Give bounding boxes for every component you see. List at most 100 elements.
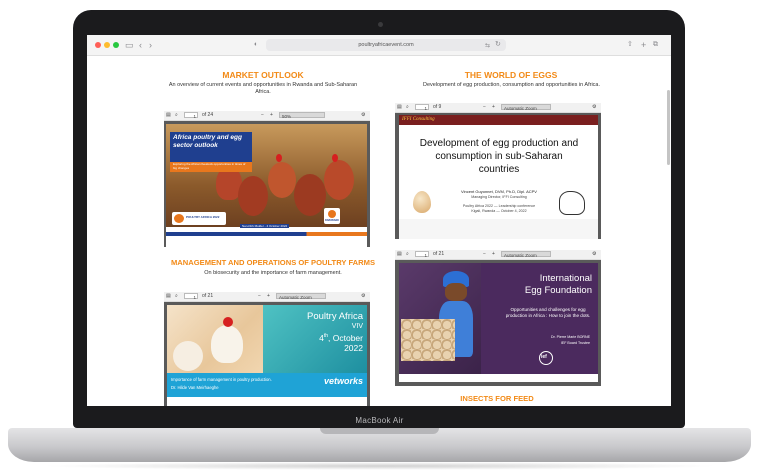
management-subtitle: On biosecurity and the importance of far… xyxy=(204,270,342,276)
pdf-search-icon[interactable]: ⌕ xyxy=(175,112,178,119)
market-slide-sub-box: Exploring the African livestock opportun… xyxy=(170,162,252,172)
address-bar[interactable]: poultryafricaevent.com xyxy=(266,39,506,51)
reload-icon[interactable]: ↻ xyxy=(495,39,501,51)
page-scrollbar[interactable] xyxy=(667,90,670,165)
forward-icon[interactable]: › xyxy=(149,39,152,51)
pdf-zoom-in-icon[interactable]: + xyxy=(492,251,495,258)
eggs-role: Managing Director, IFFI Consulting xyxy=(471,195,527,199)
market-outlook-subtitle: An overview of current events and opport… xyxy=(168,82,358,95)
market-slide-sub: Exploring the African livestock opportun… xyxy=(173,162,246,170)
management-slide-teal-panel: Poultry Africa VIV 4th, October 2022 xyxy=(263,305,367,373)
eggs-slide-title: Development of egg production and consum… xyxy=(419,138,579,175)
market-slide-footer-bar xyxy=(166,232,367,236)
shield-icon: ◐ xyxy=(254,41,259,48)
pdf-tools-icon[interactable]: ⚙ xyxy=(361,112,365,119)
eggs-pdf-toolbar: ▤ ⌕ 1 of 9 − + Automatic Zoom ⚙ xyxy=(395,103,601,113)
management-date-year: 2022 xyxy=(344,342,363,353)
ief-speaker: Dr. Pierre Marie BORNE xyxy=(551,335,590,339)
pdf-zoom-in-icon[interactable]: + xyxy=(270,112,273,119)
pdf-search-icon[interactable]: ⌕ xyxy=(175,293,178,300)
vetworks-logo: vetworks xyxy=(323,376,363,386)
insects-for-feed-title: INSECTS FOR FEED xyxy=(460,394,534,403)
pdf-zoom-in-icon[interactable]: + xyxy=(492,104,495,111)
ief-logo: ief xyxy=(539,351,553,365)
pdf-sidebar-icon[interactable]: ▤ xyxy=(166,293,171,300)
market-slide-author: Nan-Dirk Mulder - 4 October 2022 xyxy=(240,224,290,228)
pdf-page-count: of 9 xyxy=(433,104,442,110)
eggs-slide-bottom xyxy=(399,219,598,239)
management-pdf-viewer[interactable]: Poultry Africa VIV 4th, October 2022 Imp… xyxy=(164,302,370,406)
poultry-africa-logo-mark xyxy=(174,214,184,223)
egg-image xyxy=(413,191,431,213)
pdf-zoom-select[interactable]: 50% xyxy=(279,112,325,119)
pdf-zoom-out-icon[interactable]: − xyxy=(261,112,264,119)
market-pdf-viewer[interactable]: Africa poultry and egg sector outlook Ex… xyxy=(164,121,370,247)
world-of-eggs-title: THE WORLD OF EGGS xyxy=(464,70,558,80)
tab-overview-icon[interactable]: ⧉ xyxy=(653,39,658,51)
management-pdf-toolbar: ▤ ⌕ 1 of 21 − + Automatic Zoom ⚙ xyxy=(164,292,370,302)
hen-illustration-icon xyxy=(559,191,585,215)
pdf-zoom-out-icon[interactable]: − xyxy=(483,251,486,258)
pdf-sidebar-icon[interactable]: ▤ xyxy=(397,104,402,111)
management-slide: Poultry Africa VIV 4th, October 2022 Imp… xyxy=(167,305,367,406)
new-tab-icon[interactable]: + xyxy=(641,39,646,51)
zoom-window-button[interactable] xyxy=(113,42,119,48)
management-event: Poultry Africa xyxy=(307,311,363,322)
eggs-location: Kigali, Rwanda — October 4, 2022 xyxy=(471,209,527,213)
ief-tagline: Opportunities and challenges for egg pro… xyxy=(505,307,591,318)
chicken-photo xyxy=(167,305,263,373)
pdf-page-input[interactable]: 1 xyxy=(415,251,429,258)
ief-slide-footer xyxy=(399,374,598,382)
pdf-sidebar-icon[interactable]: ▤ xyxy=(166,112,171,119)
pdf-page-count: of 21 xyxy=(433,251,445,257)
pdf-tools-icon[interactable]: ⚙ xyxy=(592,251,596,258)
pdf-zoom-select[interactable]: Automatic Zoom xyxy=(501,251,551,258)
close-window-button[interactable] xyxy=(95,42,101,48)
device-label: MacBook Air xyxy=(355,416,404,425)
back-icon[interactable]: ‹ xyxy=(139,39,142,51)
rabobank-logo-text: RABOBANK xyxy=(325,219,339,222)
pdf-sidebar-icon[interactable]: ▤ xyxy=(397,251,402,258)
eggs-slide: IFFI Consulting Development of egg produ… xyxy=(399,115,598,239)
eggs-pdf-viewer[interactable]: IFFI Consulting Development of egg produ… xyxy=(395,113,601,239)
poultry-africa-logo: POULTRY AFRICA 2022 xyxy=(172,212,226,225)
management-author: Dr. Hilde Van Meirhaeghe xyxy=(171,385,219,390)
management-date: 4th, October 2022 xyxy=(319,331,363,353)
management-venue: VIV xyxy=(351,323,363,330)
pdf-search-icon[interactable]: ⌕ xyxy=(406,251,409,258)
translate-icon[interactable]: ⇆ xyxy=(485,40,490,52)
pdf-zoom-out-icon[interactable]: − xyxy=(483,104,486,111)
poultry-africa-logo-text: POULTRY AFRICA 2022 xyxy=(186,215,220,219)
management-caption-band: Importance of farm management in poultry… xyxy=(167,373,367,397)
pdf-zoom-out-icon[interactable]: − xyxy=(258,293,261,300)
pdf-tools-icon[interactable]: ⚙ xyxy=(592,104,596,111)
pdf-zoom-select[interactable]: Automatic Zoom xyxy=(501,104,551,111)
ief-logo-text: ief xyxy=(541,354,547,360)
ief-pdf-toolbar: ▤ ⌕ 1 of 21 − + Automatic Zoom ⚙ xyxy=(395,250,601,260)
world-of-eggs-subtitle: Development of egg production, consumpti… xyxy=(422,82,601,88)
laptop-shadow xyxy=(40,462,720,470)
pdf-page-input[interactable]: 1 xyxy=(184,112,198,119)
ief-pdf-viewer[interactable]: International Egg Foundation Opportuniti… xyxy=(395,260,601,386)
management-title: MANAGEMENT AND OPERATIONS OF POULTRY FAR… xyxy=(170,258,376,267)
pdf-zoom-select[interactable]: Automatic Zoom xyxy=(276,293,326,300)
laptop-notch xyxy=(320,428,439,434)
camera-icon xyxy=(378,22,383,27)
pdf-page-input[interactable]: 1 xyxy=(184,293,198,300)
pdf-page-input[interactable]: 1 xyxy=(415,104,429,111)
sidebar-icon[interactable]: ▭ xyxy=(125,39,134,51)
pdf-tools-icon[interactable]: ⚙ xyxy=(361,293,365,300)
eggs-presenter: Vincent Guyonnet, DVM, Ph.D, Dipl. ACPV xyxy=(461,189,537,194)
pdf-page-count: of 21 xyxy=(202,293,214,299)
egg-farmer-photo xyxy=(399,263,481,382)
pdf-search-icon[interactable]: ⌕ xyxy=(406,104,409,111)
management-date-month: , October xyxy=(328,332,363,343)
minimize-window-button[interactable] xyxy=(104,42,110,48)
share-icon[interactable]: ⇧ xyxy=(627,39,633,51)
ief-slide: International Egg Foundation Opportuniti… xyxy=(399,263,598,382)
pdf-zoom-in-icon[interactable]: + xyxy=(267,293,270,300)
eggs-slide-header: IFFI Consulting xyxy=(399,115,598,125)
market-slide-title: Africa poultry and egg sector outlook xyxy=(173,134,242,149)
url-text: poultryafricaevent.com xyxy=(358,42,414,48)
market-slide: Africa poultry and egg sector outlook Ex… xyxy=(166,124,367,247)
